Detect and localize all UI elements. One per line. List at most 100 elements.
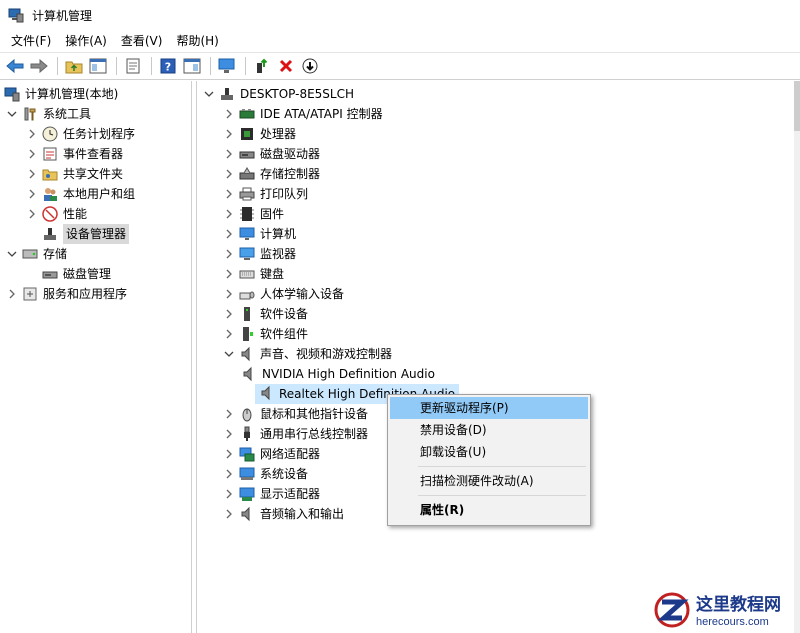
users-icon [42, 186, 58, 202]
toolbar-separator [116, 57, 117, 75]
device-category-monitors[interactable]: 监视器 [223, 244, 296, 264]
device-category-usb[interactable]: 通用串行总线控制器 [223, 424, 368, 444]
ide-controller-icon [239, 106, 255, 122]
tree-item-task-scheduler[interactable]: 任务计划程序 [26, 124, 135, 144]
chevron-right-icon[interactable] [6, 284, 18, 304]
usb-icon [239, 426, 255, 442]
chevron-right-icon[interactable] [223, 304, 235, 324]
chevron-right-icon[interactable] [26, 124, 38, 144]
tree-item-disk-management[interactable]: 磁盘管理 [42, 264, 111, 284]
chevron-right-icon[interactable] [223, 264, 235, 284]
tree-item-local-users-groups[interactable]: 本地用户和组 [26, 184, 135, 204]
chevron-right-icon[interactable] [223, 464, 235, 484]
software-component-icon [239, 326, 255, 342]
tree-item-computer-management[interactable]: 计算机管理(本地) [4, 84, 118, 104]
watermark-logo-icon [652, 590, 692, 633]
device-category-firmware[interactable]: 固件 [223, 204, 284, 224]
printer-icon [239, 186, 255, 202]
chevron-right-icon[interactable] [223, 444, 235, 464]
chevron-right-icon[interactable] [223, 404, 235, 424]
device-root-computer[interactable]: DESKTOP-8E5SLCH [203, 84, 354, 104]
chevron-right-icon[interactable] [223, 324, 235, 344]
properties-menu-item[interactable]: 属性(R) [390, 499, 588, 521]
chevron-right-icon[interactable] [223, 144, 235, 164]
computer-management-icon [8, 7, 24, 23]
menu-action[interactable]: 操作(A) [58, 30, 114, 52]
chevron-right-icon[interactable] [223, 244, 235, 264]
up-folder-icon[interactable] [63, 55, 85, 77]
tree-item-shared-folders[interactable]: 共享文件夹 [26, 164, 123, 184]
uninstall-x-icon[interactable] [275, 55, 297, 77]
chevron-right-icon[interactable] [223, 164, 235, 184]
watermark-en: herecours.com [696, 615, 769, 628]
device-category-processor[interactable]: 处理器 [223, 124, 296, 144]
menu-file[interactable]: 文件(F) [4, 30, 58, 52]
update-driver-menu-item[interactable]: 更新驱动程序(P) [390, 397, 588, 419]
forward-arrow-icon[interactable] [28, 55, 50, 77]
tree-item-performance[interactable]: 性能 [26, 204, 87, 224]
help-icon[interactable]: ? [157, 55, 179, 77]
show-hide-tree-icon[interactable] [87, 55, 109, 77]
chevron-right-icon[interactable] [26, 204, 38, 224]
chevron-right-icon[interactable] [223, 204, 235, 224]
device-category-hid[interactable]: 人体学输入设备 [223, 284, 344, 304]
chevron-right-icon[interactable] [223, 184, 235, 204]
device-category-print-queues[interactable]: 打印队列 [223, 184, 308, 204]
device-nvidia-audio[interactable]: NVIDIA High Definition Audio [241, 364, 435, 384]
disable-device-menu-item[interactable]: 禁用设备(D) [390, 419, 588, 441]
chevron-down-icon[interactable] [203, 84, 215, 104]
update-driver-icon[interactable] [251, 55, 273, 77]
device-category-software-devices[interactable]: 软件设备 [223, 304, 308, 324]
tree-item-system-tools[interactable]: 系统工具 [6, 104, 91, 124]
scrollbar-thumb[interactable] [794, 81, 800, 131]
device-category-system-devices[interactable]: 系统设备 [223, 464, 308, 484]
chevron-down-icon[interactable] [6, 104, 18, 124]
action-pane-icon[interactable] [181, 55, 203, 77]
device-category-ide[interactable]: IDE ATA/ATAPI 控制器 [223, 104, 383, 124]
tree-item-event-viewer[interactable]: 事件查看器 [26, 144, 123, 164]
device-category-sound-video-game[interactable]: 声音、视频和游戏控制器 [223, 344, 392, 364]
uninstall-device-menu-item[interactable]: 卸载设备(U) [390, 441, 588, 463]
device-category-storage-controllers[interactable]: 存储控制器 [223, 164, 320, 184]
download-arrow-icon[interactable] [299, 55, 321, 77]
chevron-right-icon[interactable] [223, 104, 235, 124]
menu-separator [418, 495, 586, 496]
scan-hardware-menu-item[interactable]: 扫描检测硬件改动(A) [390, 470, 588, 492]
chevron-right-icon[interactable] [223, 504, 235, 524]
computer-tower-icon [219, 86, 235, 102]
scan-hardware-icon[interactable] [216, 55, 238, 77]
tree-item-services-applications[interactable]: 服务和应用程序 [6, 284, 127, 304]
device-category-audio-io[interactable]: 音频输入和输出 [223, 504, 344, 524]
device-category-keyboards[interactable]: 键盘 [223, 264, 284, 284]
chevron-right-icon[interactable] [223, 224, 235, 244]
device-category-mice[interactable]: 鼠标和其他指针设备 [223, 404, 368, 424]
toolbar: ? [0, 52, 800, 80]
vertical-scrollbar[interactable] [794, 81, 800, 633]
chevron-down-icon[interactable] [6, 244, 18, 264]
chevron-down-icon[interactable] [223, 344, 235, 364]
properties-sheet-icon[interactable] [122, 55, 144, 77]
speaker-icon [261, 385, 270, 401]
device-category-disk-drives[interactable]: 磁盘驱动器 [223, 144, 320, 164]
tree-item-storage[interactable]: 存储 [6, 244, 67, 264]
chevron-right-icon[interactable] [26, 164, 38, 184]
device-tree-pane: DESKTOP-8E5SLCH IDE ATA/ATAPI 控制器 处理器 磁盘… [196, 81, 800, 633]
back-arrow-icon[interactable] [4, 55, 26, 77]
menu-help[interactable]: 帮助(H) [169, 30, 225, 52]
monitor-icon [239, 246, 255, 262]
chevron-right-icon[interactable] [223, 284, 235, 304]
menu-view[interactable]: 查看(V) [114, 30, 170, 52]
chevron-right-icon[interactable] [223, 424, 235, 444]
device-category-display-adapters[interactable]: 显示适配器 [223, 484, 320, 504]
site-watermark: 这里教程网 herecours.com [652, 590, 800, 633]
device-category-software-components[interactable]: 软件组件 [223, 324, 308, 344]
chevron-right-icon[interactable] [223, 484, 235, 504]
device-category-computer[interactable]: 计算机 [223, 224, 296, 244]
chevron-right-icon[interactable] [26, 184, 38, 204]
menu-separator [418, 466, 586, 467]
chevron-right-icon[interactable] [223, 124, 235, 144]
chevron-right-icon[interactable] [26, 144, 38, 164]
device-category-network-adapters[interactable]: 网络适配器 [223, 444, 320, 464]
window-title: 计算机管理 [32, 8, 93, 23]
tree-item-device-manager[interactable]: 设备管理器 [42, 224, 130, 244]
